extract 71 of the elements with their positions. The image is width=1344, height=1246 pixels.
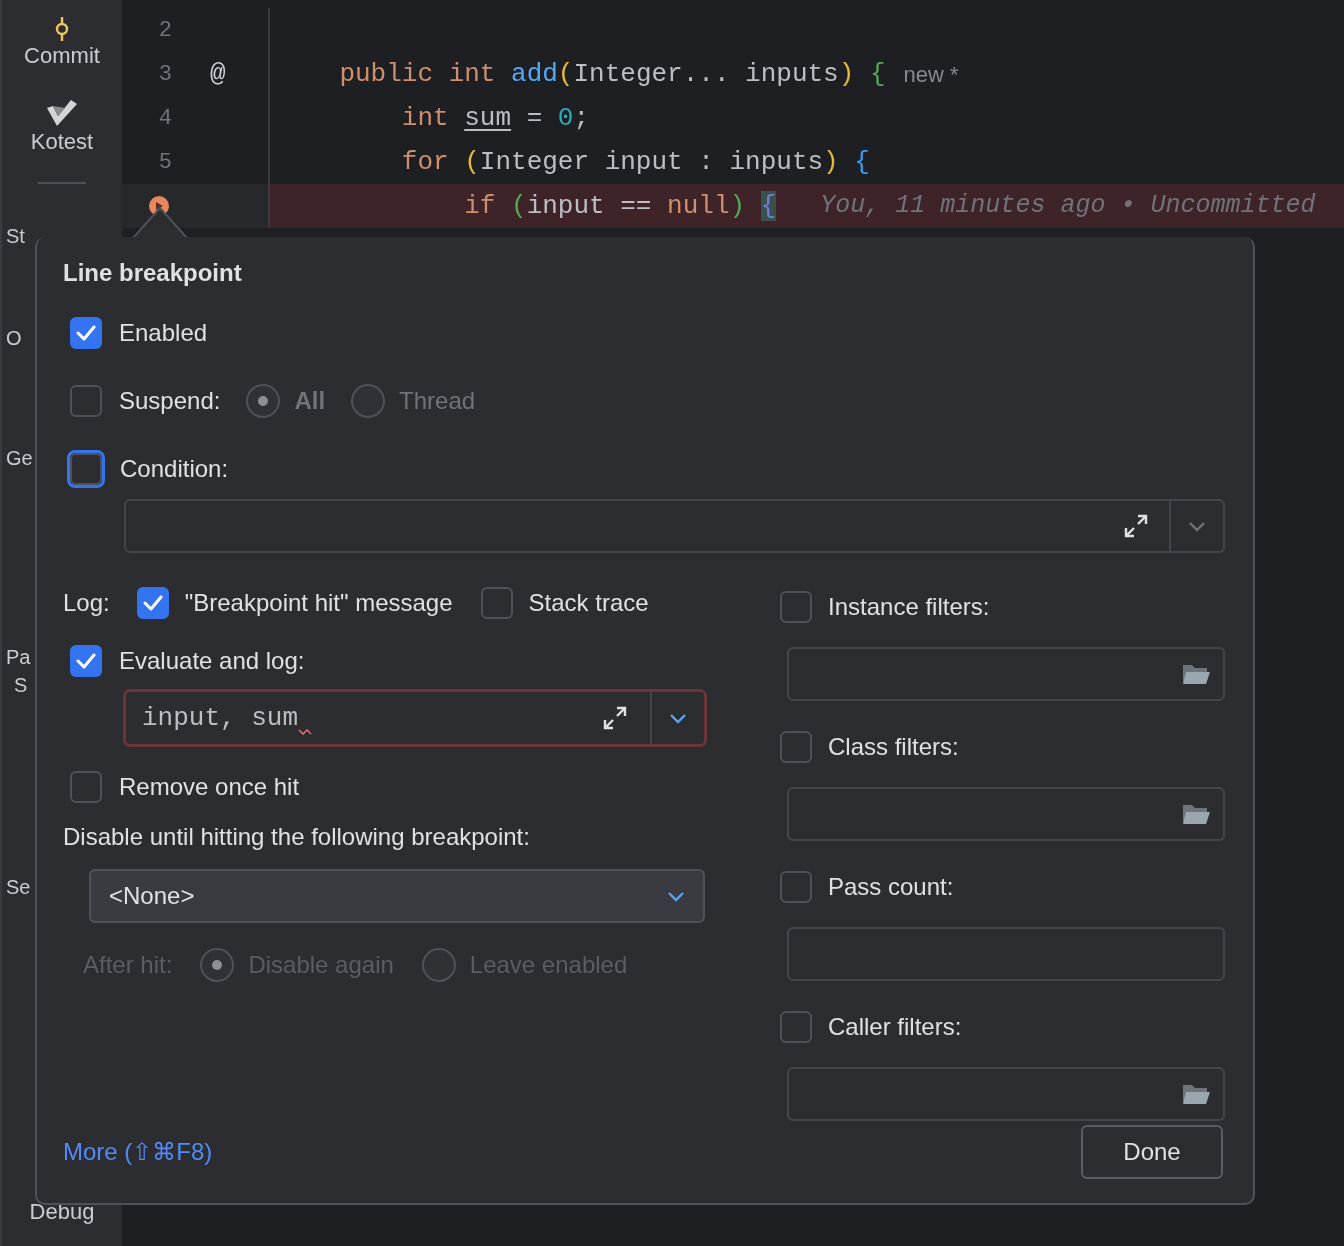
check-icon [76,653,96,669]
checkbox[interactable] [780,871,812,903]
sidebar-label: St [6,224,25,249]
checkbox-label: Pass count: [828,872,954,902]
disable-until-label: Disable until hitting the following breakpoint: [63,822,531,852]
log-label: Log: [63,588,110,618]
sidebar-label: Ge [6,446,33,471]
check-icon [76,325,96,341]
error-squiggle-icon [298,728,313,736]
line-number: 2 [158,16,172,45]
code-line: if (input == null) { [463,189,777,223]
chevron-down-icon [669,712,687,724]
expression-value: input, sum [142,701,299,735]
checkbox-label: Evaluate and log: [119,646,305,676]
expand-icon [602,705,628,731]
code-line: int sum = 0; [400,101,590,135]
line-number: 4 [158,104,172,133]
folder-icon[interactable] [1181,802,1211,826]
filter-field[interactable] [787,647,1225,701]
blame-annotation: You, 11 minutes ago • Uncommitted [820,190,1316,223]
checkbox-label: Instance filters: [828,592,990,622]
gutter-marker[interactable]: @ [210,54,226,94]
condition-field[interactable] [124,499,1225,553]
filter-field[interactable] [787,927,1225,981]
checkbox[interactable] [70,385,102,417]
checkbox-label: Remove once hit [119,772,300,802]
chevron-down-icon [1188,520,1206,532]
sidebar-label: Se [6,875,31,900]
checkbox-label: Enabled [119,318,208,348]
popup-title: Line breakpoint [63,258,243,288]
sidebar-label: Pa [6,645,31,670]
checkbox[interactable] [480,587,513,619]
checkbox-label: Class filters: [828,732,959,762]
code-line: public int add(Integer... inputs) { [338,57,886,91]
breakpoint-dropdown[interactable]: <None> [89,869,705,923]
radio-button[interactable] [246,384,281,418]
sidebar-label: S [14,673,28,698]
done-button[interactable]: Done [1081,1125,1223,1179]
chevron-down-icon [667,890,685,902]
more-link[interactable]: More (⇧⌘F8) [63,1134,213,1170]
author-hint[interactable]: new * [903,57,959,91]
checkbox[interactable] [780,731,812,763]
code-line: for (Integer input : inputs) { [400,145,870,179]
radio-label: All [294,386,326,416]
checkbox[interactable] [70,645,102,677]
checkbox[interactable] [780,591,812,623]
checkbox[interactable] [70,317,102,349]
sidebar-label: O [6,326,22,351]
filter-field[interactable] [787,1067,1225,1121]
line-number: 3 [158,60,172,89]
folder-icon[interactable] [1181,662,1211,686]
checkbox-label: "Breakpoint hit" message [184,588,453,618]
sidebar-item[interactable]: Commit [24,16,100,70]
checkbox[interactable] [70,771,102,803]
checkbox-label: Suspend: [119,386,221,416]
checkbox[interactable] [136,587,169,619]
commit-icon [54,16,70,42]
checkbox[interactable] [780,1011,812,1043]
radio-button[interactable] [351,384,386,418]
sidebar-item[interactable]: Kotest [30,96,94,156]
line-number: 5 [158,148,172,177]
checkbox-label: Stack trace [528,588,649,618]
filter-field[interactable] [787,787,1225,841]
folder-icon[interactable] [1181,1082,1211,1106]
check-icon [142,595,163,611]
sidebar-label: Debug [29,1198,95,1226]
expression-field[interactable]: input, sum [123,689,707,747]
radio-label: Thread [399,386,476,416]
expand-icon [1123,513,1149,539]
checkbox-label: Condition: [120,454,229,484]
checkbox-label: Caller filters: [828,1012,962,1042]
